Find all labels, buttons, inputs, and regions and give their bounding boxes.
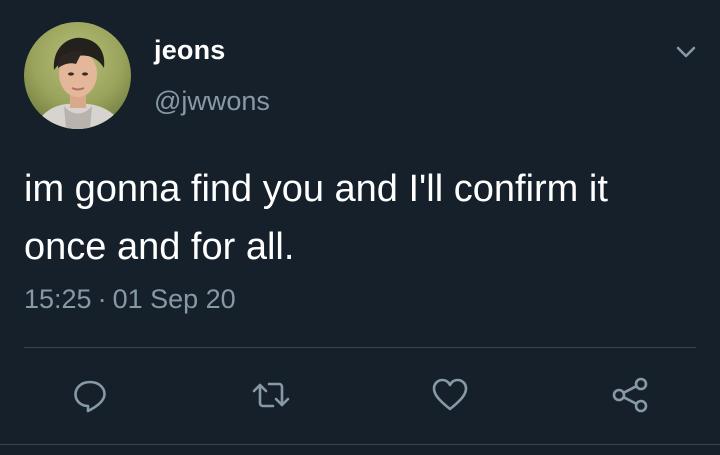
tweet-date: 01 Sep 20 [112, 284, 236, 314]
chevron-down-icon[interactable] [670, 38, 702, 66]
like-button[interactable] [428, 373, 472, 417]
reply-button[interactable] [68, 373, 112, 417]
bottom-divider [0, 444, 720, 445]
tweet-time: 15:25 [24, 284, 92, 314]
tweet-card: jeons @jwwons im gonna find you and I'll… [0, 0, 720, 455]
heart-icon [430, 375, 470, 415]
reply-icon [70, 375, 110, 415]
tweet-text: im gonna find you and I'll confirm it on… [24, 168, 608, 268]
avatar[interactable] [24, 22, 131, 129]
tweet-timestamp[interactable]: 15:25 · 01 Sep 20 [24, 284, 236, 315]
share-button[interactable] [608, 373, 652, 417]
retweet-button[interactable] [249, 373, 293, 417]
share-icon [610, 375, 650, 415]
display-name[interactable]: jeons [154, 35, 226, 66]
user-handle[interactable]: @jwwons [154, 86, 270, 117]
retweet-icon [250, 375, 292, 415]
meta-separator: · [97, 284, 107, 314]
divider [24, 347, 696, 348]
